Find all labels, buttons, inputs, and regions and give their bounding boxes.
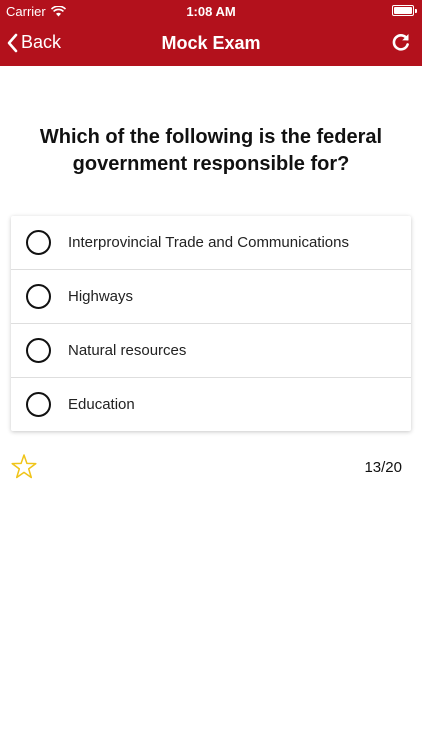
answer-option-label: Education <box>68 396 135 413</box>
radio-unselected-icon[interactable] <box>26 392 51 417</box>
question-text: Which of the following is the federal go… <box>39 126 383 175</box>
nav-bar: Back Mock Exam <box>0 22 422 66</box>
answer-option[interactable]: Highways <box>11 270 411 324</box>
page-title: Mock Exam <box>161 33 261 53</box>
answer-option-label: Interprovincial Trade and Communications <box>68 234 349 251</box>
answer-option[interactable]: Natural resources <box>11 324 411 378</box>
refresh-icon[interactable] <box>391 32 411 52</box>
status-bar: Carrier 1:08 AM <box>0 0 422 22</box>
answer-options-card: Interprovincial Trade and Communications… <box>11 216 411 431</box>
question-progress: 13/20 <box>364 459 402 476</box>
answer-option[interactable]: Interprovincial Trade and Communications <box>11 216 411 270</box>
app-header: Carrier 1:08 AM Back Mock Exam <box>0 0 422 66</box>
answer-option-label: Natural resources <box>68 342 187 359</box>
radio-unselected-icon[interactable] <box>26 230 51 255</box>
radio-unselected-icon[interactable] <box>26 284 51 309</box>
star-icon[interactable] <box>10 453 38 481</box>
status-time: 1:08 AM <box>186 4 236 19</box>
answer-option[interactable]: Education <box>11 378 411 431</box>
radio-unselected-icon[interactable] <box>26 338 51 363</box>
battery-icon <box>392 5 417 16</box>
answer-option-label: Highways <box>68 288 134 305</box>
